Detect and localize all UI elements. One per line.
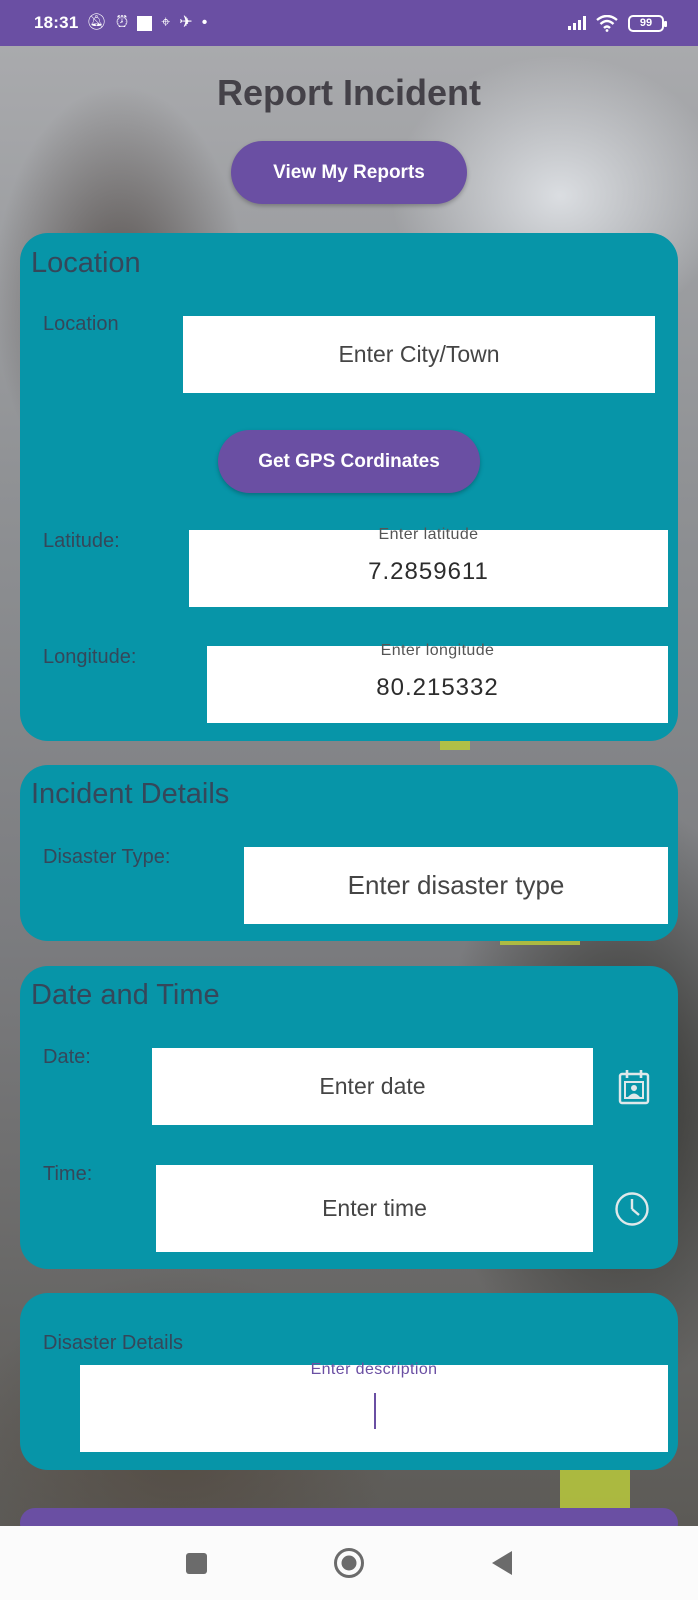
disaster-type-label: Disaster Type: bbox=[43, 846, 171, 868]
location-label: Location bbox=[43, 313, 119, 335]
dot-icon: • bbox=[201, 14, 208, 31]
alarm-icon: ⏰︎ bbox=[115, 14, 129, 31]
page-title: Report Incident bbox=[216, 72, 481, 113]
time-label: Time: bbox=[43, 1163, 93, 1185]
disaster-type-input[interactable]: Enter disaster type bbox=[244, 847, 668, 924]
date-input[interactable]: Enter date bbox=[152, 1048, 593, 1125]
text-cursor bbox=[374, 1393, 376, 1429]
battery-level: 99 bbox=[639, 17, 653, 29]
navigation-bar bbox=[0, 1526, 698, 1600]
longitude-input[interactable]: Enter longitude 80.215332 bbox=[207, 642, 668, 723]
latitude-input[interactable]: Enter latitude 7.2859611 bbox=[189, 526, 668, 607]
time-input[interactable]: Enter time bbox=[156, 1165, 593, 1252]
wifi-icon bbox=[596, 14, 618, 32]
latitude-value: 7.2859611 bbox=[368, 557, 489, 585]
view-reports-button[interactable]: View My Reports bbox=[231, 141, 467, 204]
location-pin-icon: ⌖ bbox=[161, 14, 171, 31]
status-bar: 18:31 🔕︎ ⏰︎ ⌖ ✈︎ • 99 bbox=[0, 0, 698, 46]
mute-icon: 🔕︎ bbox=[86, 14, 107, 31]
gamepad-icon: ✈︎ bbox=[179, 14, 193, 31]
status-time: 18:31 bbox=[34, 13, 79, 32]
latitude-label: Latitude: bbox=[43, 530, 120, 552]
disaster-details-label: Disaster Details bbox=[43, 1332, 184, 1354]
date-time-section-title: Date and Time bbox=[31, 979, 220, 1011]
location-placeholder: Enter City/Town bbox=[338, 341, 500, 367]
location-input[interactable]: Enter City/Town bbox=[183, 316, 655, 393]
description-hint: Enter description bbox=[310, 1361, 438, 1378]
incident-section-title: Incident Details bbox=[31, 778, 230, 810]
date-placeholder: Enter date bbox=[319, 1073, 426, 1099]
back-icon[interactable] bbox=[480, 1541, 524, 1585]
latitude-hint: Enter latitude bbox=[378, 526, 479, 543]
recents-icon[interactable] bbox=[174, 1541, 218, 1585]
signal-icon bbox=[568, 16, 586, 30]
calendar-icon[interactable] bbox=[616, 1069, 652, 1105]
battery-icon: 99 bbox=[628, 14, 667, 32]
time-placeholder: Enter time bbox=[322, 1195, 427, 1221]
date-time-card: Date and Time Date: Enter date Time: Ent… bbox=[20, 966, 678, 1269]
longitude-hint: Enter longitude bbox=[380, 642, 495, 659]
location-section-title: Location bbox=[31, 247, 141, 279]
disaster-details-card: Disaster Details Enter description bbox=[20, 1293, 678, 1470]
description-input[interactable]: Enter description bbox=[80, 1361, 668, 1452]
get-gps-button[interactable]: Get GPS Cordinates bbox=[218, 430, 480, 493]
incident-details-card: Incident Details Disaster Type: Enter di… bbox=[20, 765, 678, 941]
clock-icon[interactable] bbox=[614, 1191, 650, 1227]
longitude-label: Longitude: bbox=[43, 646, 137, 668]
square-icon bbox=[137, 15, 153, 31]
longitude-value: 80.215332 bbox=[376, 673, 499, 701]
disaster-type-placeholder: Enter disaster type bbox=[347, 870, 565, 900]
location-card: Location Location Enter City/Town Get GP… bbox=[20, 233, 678, 741]
home-icon[interactable] bbox=[327, 1541, 371, 1585]
date-label: Date: bbox=[43, 1046, 91, 1068]
